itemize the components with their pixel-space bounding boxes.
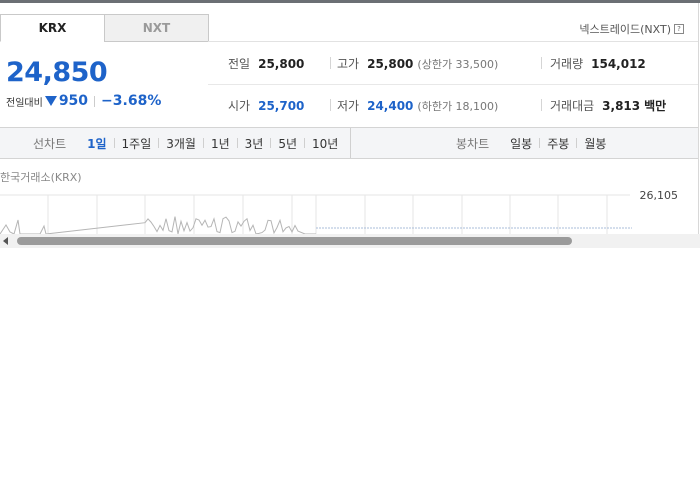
stat-open: 시가 25,700	[228, 97, 304, 114]
horizontal-scrollbar[interactable]	[0, 234, 700, 248]
change-label: 전일대비	[6, 97, 43, 109]
stats-divider	[208, 84, 698, 85]
down-triangle-icon	[44, 96, 57, 106]
tab-divider	[208, 41, 698, 42]
tab-krx[interactable]: KRX	[0, 14, 105, 42]
stat-low: 저가 24,400 (하한가 18,100)	[337, 97, 498, 114]
line-chart-periods: 선차트 1일 1주일 3개월 1년 3년 5년 10년	[33, 128, 345, 158]
period-10y[interactable]: 10년	[305, 135, 345, 152]
intraday-chart[interactable]	[0, 190, 700, 234]
change-divider	[94, 95, 96, 107]
stat-divider	[330, 99, 331, 111]
stat-prev-close: 전일 25,800	[228, 55, 304, 72]
price-change: 전일대비 950 −3.68%	[6, 93, 161, 109]
stat-value: 3,813	[602, 98, 641, 113]
stat-volume: 거래량 154,012	[550, 55, 646, 72]
chart-period-toolbar: 선차트 1일 1주일 3개월 1년 3년 5년 10년 봉차트 일봉 주봉 월봉	[0, 127, 698, 159]
stat-high: 고가 25,800 (상한가 33,500)	[337, 55, 498, 72]
scroll-left-arrow-icon[interactable]	[3, 237, 8, 245]
candle-daily[interactable]: 일봉	[503, 135, 539, 152]
stat-value: 25,700	[258, 98, 305, 113]
stat-value: 154,012	[591, 56, 646, 71]
stat-label: 거래량	[550, 57, 584, 71]
stat-label: 전일	[228, 57, 251, 71]
candle-chart-title: 봉차트	[456, 136, 490, 151]
help-icon[interactable]: ?	[674, 24, 684, 34]
market-tabs: KRX NXT	[0, 14, 209, 42]
period-1w[interactable]: 1주일	[115, 135, 159, 152]
stat-value: 25,800	[367, 56, 414, 71]
stat-limit: (상한가 33,500)	[417, 57, 499, 71]
candle-weekly[interactable]: 주봉	[540, 135, 576, 152]
change-value: 950	[58, 93, 89, 109]
stat-label: 저가	[337, 99, 360, 113]
stat-divider	[330, 57, 331, 69]
change-rate: −3.68%	[101, 93, 162, 109]
period-1y[interactable]: 1년	[204, 135, 237, 152]
toolbar-divider	[350, 128, 351, 158]
period-1d[interactable]: 1일	[80, 135, 113, 152]
stat-label: 시가	[228, 99, 251, 113]
current-price: 24,850	[6, 57, 108, 88]
candle-chart-periods: 봉차트 일봉 주봉 월봉	[456, 128, 613, 158]
stat-divider	[541, 99, 542, 111]
line-chart-title: 선차트	[33, 136, 67, 151]
stat-amount: 거래대금 3,813 백만	[550, 97, 666, 114]
period-5y[interactable]: 5년	[271, 135, 304, 152]
chart-market-label: 한국거래소(KRX)	[0, 171, 82, 184]
stat-value: 25,800	[258, 56, 305, 71]
scroll-thumb[interactable]	[17, 237, 572, 245]
period-3m[interactable]: 3개월	[159, 135, 203, 152]
period-3y[interactable]: 3년	[238, 135, 271, 152]
stat-label: 거래대금	[550, 99, 595, 113]
nxt-info-link[interactable]: 넥스트레이드(NXT) ?	[579, 21, 684, 37]
stat-value: 24,400	[367, 98, 414, 113]
stat-divider	[541, 57, 542, 69]
nxt-info-label: 넥스트레이드(NXT)	[579, 23, 671, 36]
chart-price-line	[0, 216, 316, 234]
stat-limit: (하한가 18,100)	[417, 99, 499, 113]
stat-label: 고가	[337, 57, 360, 71]
candle-monthly[interactable]: 월봉	[577, 135, 613, 152]
tab-nxt[interactable]: NXT	[104, 14, 209, 42]
stat-unit: 백만	[644, 99, 667, 113]
